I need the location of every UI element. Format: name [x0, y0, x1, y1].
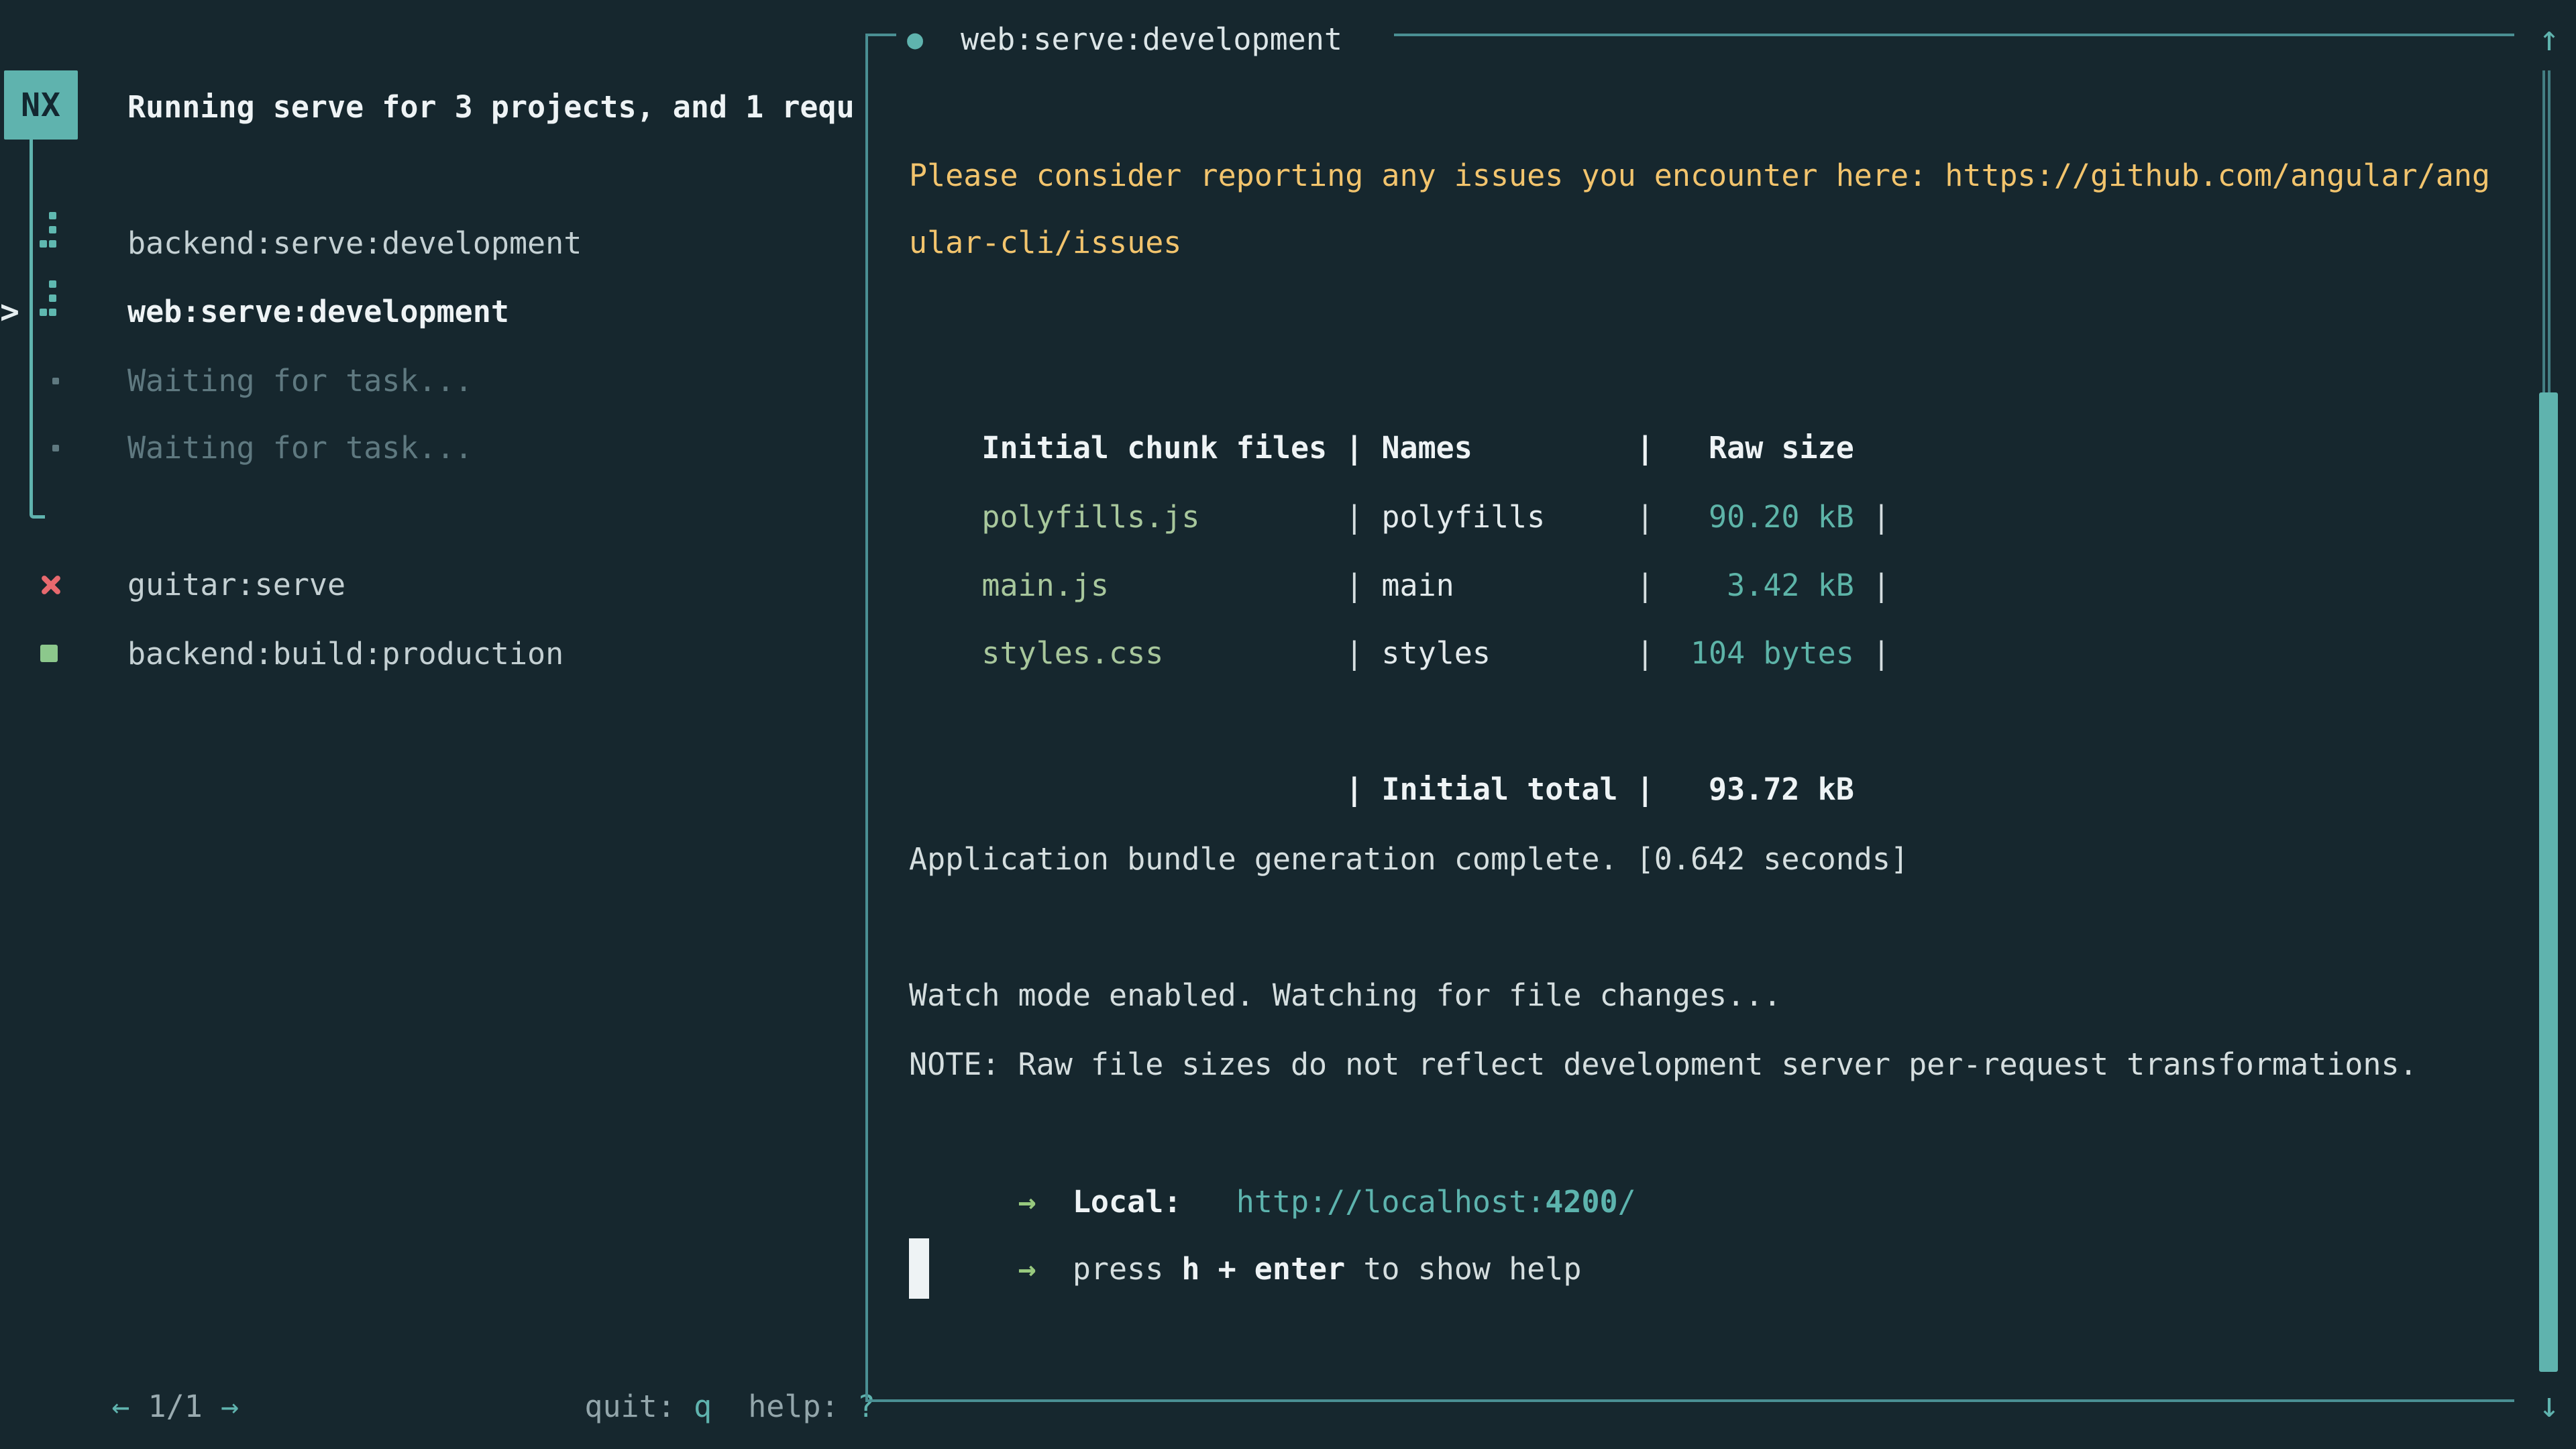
- chunk-table-row: styles.css| styles| 104 bytes |: [909, 551, 1890, 619]
- panel-border-bottom: [865, 1399, 2514, 1402]
- pager-count: 1/1: [129, 1389, 220, 1424]
- quit-key: q: [694, 1389, 712, 1424]
- task-group-tree-line: [30, 140, 45, 519]
- nx-logo: NX: [4, 70, 78, 140]
- chunk-table-total-row: | Initial total| 93.72 kB: [909, 687, 1854, 755]
- sidebar-item-waiting-2[interactable]: Waiting for task...: [127, 414, 473, 482]
- spinner-icon: [40, 212, 57, 248]
- waiting-dot-icon: [52, 445, 59, 451]
- issue-report-notice-line1: Please consider reporting any issues you…: [909, 142, 2490, 210]
- chunk-table-header: Initial chunk files| Names| Raw size: [909, 345, 1854, 414]
- help-hint-line: → press h + enter to show help: [909, 1167, 1581, 1235]
- scrollbar-track[interactable]: [2548, 70, 2551, 392]
- sidebar-item-backend-serve[interactable]: backend:serve:development: [127, 209, 582, 278]
- sidebar-item-waiting-1[interactable]: Waiting for task...: [127, 347, 473, 415]
- keyboard-hints: quit: q help: ?: [512, 1304, 875, 1373]
- bundle-complete-message: Application bundle generation complete. …: [909, 825, 1909, 894]
- sidebar-item-backend-build[interactable]: backend:build:production: [127, 620, 564, 688]
- arrow-right-icon: →: [981, 1251, 1072, 1287]
- spinner-icon: [40, 280, 57, 316]
- chunk-table-row: main.js| main| 3.42 kB |: [909, 483, 1890, 551]
- scroll-down-icon[interactable]: ↓: [2529, 1379, 2569, 1432]
- chunk-file: styles.css: [981, 619, 1345, 688]
- total-label: Initial total: [1381, 755, 1635, 824]
- sidebar-title: Running serve for 3 projects, and 1 requ: [127, 73, 865, 142]
- panel-border-left: [865, 34, 868, 1402]
- task-success-icon: [40, 645, 58, 662]
- pager-next-icon[interactable]: →: [221, 1389, 239, 1424]
- watch-mode-message: Watch mode enabled. Watching for file ch…: [909, 961, 1781, 1030]
- issue-report-notice-line2[interactable]: ular-cli/issues: [909, 209, 1181, 277]
- pager-prev-icon[interactable]: ←: [111, 1389, 129, 1424]
- raw-size-note: NOTE: Raw file sizes do not reflect deve…: [909, 1030, 2418, 1099]
- chunk-table-row: polyfills.js| polyfills| 90.20 kB |: [909, 415, 1890, 483]
- scroll-up-icon[interactable]: ↑: [2529, 12, 2569, 66]
- sidebar-item-guitar-serve[interactable]: guitar:serve: [127, 551, 345, 619]
- scrollbar-track[interactable]: [2542, 70, 2545, 392]
- running-bullet-icon: ●: [907, 5, 923, 74]
- task-failed-icon: [38, 572, 63, 598]
- panel-border-top: [865, 34, 896, 36]
- local-server-line: → Local: http://localhost:4200/: [909, 1099, 1636, 1168]
- nx-terminal-ui: NX Running serve for 3 projects, and 1 r…: [0, 0, 2576, 1449]
- help-hint-label: help:: [748, 1389, 857, 1424]
- quit-hint-label: quit:: [584, 1389, 694, 1424]
- help-keys: h + enter: [1181, 1251, 1345, 1287]
- terminal-cursor: [909, 1238, 929, 1299]
- selected-chevron-icon: >: [0, 278, 30, 346]
- sidebar-item-web-serve[interactable]: web:serve:development: [127, 278, 509, 346]
- waiting-dot-icon: [52, 378, 59, 384]
- chunk-size: 104 bytes: [1672, 619, 1854, 688]
- panel-border-top: [1394, 34, 2514, 36]
- panel-title: web:serve:development: [961, 5, 1342, 74]
- total-size: 93.72 kB: [1672, 755, 1854, 824]
- chunk-name: styles: [1381, 619, 1635, 688]
- scrollbar-thumb[interactable]: [2539, 392, 2558, 1372]
- pager: ← 1/1 →: [39, 1304, 239, 1373]
